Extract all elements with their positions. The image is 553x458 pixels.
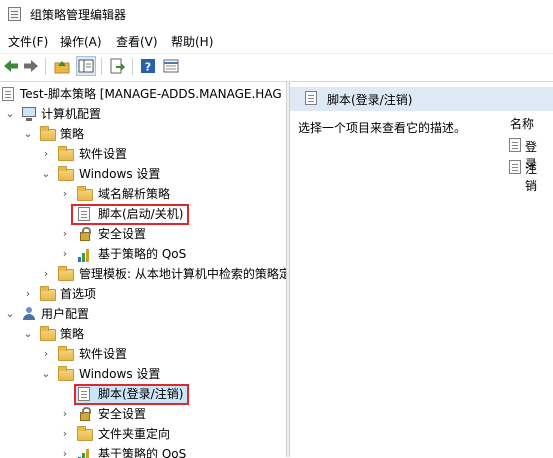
title-bar: 组策略管理编辑器 xyxy=(0,0,553,28)
chevron-down-icon[interactable]: ⌄ xyxy=(40,364,52,384)
computer-icon xyxy=(22,107,36,121)
folder-icon xyxy=(58,266,74,281)
svg-text:?: ? xyxy=(145,61,151,74)
chevron-right-icon[interactable]: › xyxy=(59,404,71,424)
gpo-editor-app-icon xyxy=(8,7,21,21)
menu-bar: 文件(F) 操作(A) 查看(V) 帮助(H) xyxy=(0,28,553,52)
folder-icon xyxy=(58,346,74,361)
tree-item-user-config[interactable]: ⌄ 用户配置 xyxy=(0,304,286,324)
tree-item-cc-dns[interactable]: › 域名解析策略 xyxy=(0,184,286,204)
gpo-icon xyxy=(2,87,14,101)
column-header-name[interactable]: 名称 xyxy=(510,115,534,132)
chevron-down-icon[interactable]: ⌄ xyxy=(40,164,52,184)
chevron-right-icon[interactable]: › xyxy=(40,144,52,164)
back-arrow-icon[interactable] xyxy=(2,57,20,75)
up-folder-icon[interactable] xyxy=(53,57,71,75)
window-title: 组策略管理编辑器 xyxy=(30,8,127,22)
tree-item-uc-qos[interactable]: › 基于策略的 QoS xyxy=(0,444,286,458)
tree-item-cc-software[interactable]: › 软件设置 xyxy=(0,144,286,164)
properties-icon[interactable] xyxy=(162,57,180,75)
lock-icon xyxy=(80,407,91,421)
folder-icon xyxy=(77,186,93,201)
menu-view[interactable]: 查看(V) xyxy=(116,33,158,50)
tree-item-computer-config[interactable]: ⌄ 计算机配置 xyxy=(0,104,286,124)
forward-arrow-icon[interactable] xyxy=(22,57,40,75)
folder-icon xyxy=(77,426,93,441)
script-icon xyxy=(509,160,521,174)
menu-action[interactable]: 操作(A) xyxy=(60,33,102,50)
user-icon xyxy=(22,307,36,321)
help-icon[interactable]: ? xyxy=(139,57,157,75)
chevron-right-icon[interactable]: › xyxy=(59,224,71,244)
tree-item-cc-preferences[interactable]: › 首选项 xyxy=(0,284,286,304)
chevron-right-icon[interactable]: › xyxy=(59,184,71,204)
highlight-box xyxy=(74,384,189,405)
toolbar: ? xyxy=(0,53,553,80)
menu-file[interactable]: 文件(F) xyxy=(8,33,48,50)
tree-item-uc-folder-redirect[interactable]: › 文件夹重定向 xyxy=(0,424,286,444)
chevron-right-icon[interactable]: › xyxy=(59,444,71,458)
folder-icon xyxy=(40,286,56,301)
tree-item-cc-qos[interactable]: › 基于策略的 QoS xyxy=(0,244,286,264)
chevron-down-icon[interactable]: ⌄ xyxy=(22,124,34,144)
tree-item-cc-policies[interactable]: ⌄ 策略 xyxy=(0,124,286,144)
tree-item-cc-windows[interactable]: ⌄ Windows 设置 xyxy=(0,164,286,184)
tree-item-cc-admin-templates[interactable]: › 管理模板: 从本地计算机中检索的策略定 xyxy=(0,264,286,284)
details-header: 脚本(登录/注销) xyxy=(290,87,553,111)
folder-icon xyxy=(58,146,74,161)
tree-item-uc-software[interactable]: › 软件设置 xyxy=(0,344,286,364)
details-title: 脚本(登录/注销) xyxy=(327,93,413,107)
chevron-right-icon[interactable]: › xyxy=(59,424,71,444)
chevron-down-icon[interactable]: ⌄ xyxy=(4,104,16,124)
menu-help[interactable]: 帮助(H) xyxy=(171,33,213,50)
details-pane: 脚本(登录/注销) 选择一个项目来查看它的描述。 名称 登录 注销 xyxy=(290,81,553,458)
tree-item-cc-security[interactable]: › 安全设置 xyxy=(0,224,286,244)
tree-item-uc-security[interactable]: › 安全设置 xyxy=(0,404,286,424)
folder-icon xyxy=(58,366,74,381)
chevron-right-icon[interactable]: › xyxy=(40,344,52,364)
qos-chart-icon xyxy=(78,248,92,262)
script-icon xyxy=(509,138,521,152)
folder-icon xyxy=(40,326,56,341)
tree-item-uc-windows[interactable]: ⌄ Windows 设置 xyxy=(0,364,286,384)
lock-icon xyxy=(80,227,91,241)
highlight-box xyxy=(71,204,189,225)
folder-icon xyxy=(58,166,74,181)
console-tree: Test-脚本策略 [MANAGE-ADDS.MANAGE.HAG ⌄ 计算机配… xyxy=(0,81,286,458)
tree-item-uc-policies[interactable]: ⌄ 策略 xyxy=(0,324,286,344)
chevron-right-icon[interactable]: › xyxy=(22,284,34,304)
chevron-right-icon[interactable]: › xyxy=(40,264,52,284)
script-icon xyxy=(305,91,317,105)
tree-root[interactable]: Test-脚本策略 [MANAGE-ADDS.MANAGE.HAG xyxy=(0,84,286,104)
details-description: 选择一个项目来查看它的描述。 xyxy=(298,121,467,135)
folder-icon xyxy=(40,126,56,141)
chevron-down-icon[interactable]: ⌄ xyxy=(22,324,34,344)
export-list-icon[interactable] xyxy=(108,57,126,75)
show-hide-tree-icon[interactable] xyxy=(76,56,96,76)
chevron-down-icon[interactable]: ⌄ xyxy=(4,304,16,324)
chevron-right-icon[interactable]: › xyxy=(59,244,71,264)
